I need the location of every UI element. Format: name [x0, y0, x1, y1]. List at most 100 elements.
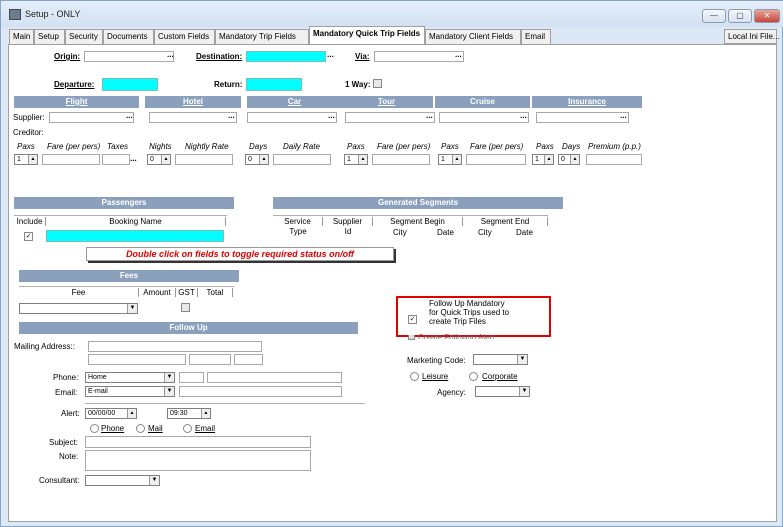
alert-time-value: 09:30	[170, 410, 188, 417]
spin-arrows-icon[interactable]: ▲	[161, 155, 170, 164]
mailing-province-field[interactable]	[189, 354, 231, 365]
tour-supplier-field[interactable]	[345, 112, 435, 123]
alert-time-spinner[interactable]: 09:30 ▲	[167, 408, 211, 419]
cruise-fare-field[interactable]	[466, 154, 526, 165]
flight-paxs-spinner[interactable]: 1 ▲	[14, 154, 38, 165]
fee-dropdown[interactable]: ▼	[19, 303, 138, 314]
insurance-premium-field[interactable]	[586, 154, 642, 165]
local-ini-file-button[interactable]: Local Ini File...	[724, 29, 780, 44]
chevron-down-icon[interactable]: ▼	[164, 387, 174, 396]
close-button[interactable]: ✕	[754, 9, 780, 23]
chevron-down-icon[interactable]: ▼	[164, 373, 174, 382]
tour-fare-field[interactable]	[372, 154, 430, 165]
insurance-supplier-lookup[interactable]: ...	[620, 112, 627, 120]
hotel-nights-spinner[interactable]: 0 ▲	[147, 154, 171, 165]
phone-area-field[interactable]	[179, 372, 204, 383]
note-field[interactable]	[85, 450, 311, 471]
hotel-rate-field[interactable]	[175, 154, 233, 165]
car-rate-field[interactable]	[273, 154, 331, 165]
tab-main[interactable]: Main	[9, 29, 34, 44]
chevron-down-icon[interactable]: ▼	[127, 304, 137, 313]
flight-taxes-lookup[interactable]: ...	[130, 155, 137, 163]
tab-email[interactable]: Email	[521, 29, 551, 44]
departure-field[interactable]	[102, 78, 158, 91]
begin-city-header: City	[393, 228, 407, 237]
car-supplier-field[interactable]	[247, 112, 337, 123]
spin-arrows-icon[interactable]: ▲	[259, 155, 268, 164]
chevron-down-icon[interactable]: ▼	[519, 387, 529, 396]
include-checkbox[interactable]: ✓	[24, 232, 33, 241]
car-days-spinner[interactable]: 0 ▲	[245, 154, 269, 165]
leisure-radio[interactable]	[410, 372, 419, 381]
tab-security[interactable]: Security	[65, 29, 103, 44]
spin-arrows-icon[interactable]: ▲	[127, 409, 136, 418]
destination-field[interactable]	[246, 51, 326, 62]
insurance-days-spinner[interactable]: 0 ▲	[558, 154, 580, 165]
gst-checkbox[interactable]	[181, 303, 190, 312]
cruise-supplier-field[interactable]	[439, 112, 529, 123]
tab-custom-fields[interactable]: Custom Fields	[154, 29, 215, 44]
cruise-paxs-spinner[interactable]: 1 ▲	[438, 154, 462, 165]
tab-mandatory-quick-trip-fields[interactable]: Mandatory Quick Trip Fields	[309, 26, 425, 44]
chevron-down-icon[interactable]: ▼	[517, 355, 527, 364]
insurance-supplier-field[interactable]	[536, 112, 629, 123]
spin-arrows-icon[interactable]: ▲	[28, 155, 37, 164]
alert-phone-label: Phone	[101, 424, 125, 433]
subject-field[interactable]	[85, 436, 311, 448]
car-supplier-lookup[interactable]: ...	[328, 112, 335, 120]
hotel-supplier-lookup[interactable]: ...	[228, 112, 235, 120]
spin-arrows-icon[interactable]: ▲	[570, 155, 579, 164]
hotel-supplier-field[interactable]	[149, 112, 237, 123]
mailing-address-line1[interactable]	[88, 341, 262, 352]
create-followup-checkbox[interactable]	[408, 335, 415, 340]
chevron-down-icon[interactable]: ▼	[149, 476, 159, 485]
flight-taxes-field[interactable]	[102, 154, 130, 165]
flight-fare-field[interactable]	[42, 154, 100, 165]
alert-mail-radio[interactable]	[136, 424, 145, 433]
minimize-button[interactable]: —	[702, 9, 726, 23]
alert-email-radio[interactable]	[183, 424, 192, 433]
spin-arrows-icon[interactable]: ▲	[358, 155, 367, 164]
via-field[interactable]	[374, 51, 464, 62]
tab-setup[interactable]: Setup	[34, 29, 65, 44]
tab-mandatory-client-fields[interactable]: Mandatory Client Fields	[425, 29, 521, 44]
spin-arrows-icon[interactable]: ▲	[544, 155, 553, 164]
consultant-dropdown[interactable]: ▼	[85, 475, 160, 486]
alert-phone-radio[interactable]	[90, 424, 99, 433]
insurance-days-label: Days	[562, 142, 581, 151]
return-field[interactable]	[246, 78, 302, 91]
insurance-paxs-label: Paxs	[536, 142, 554, 151]
destination-lookup-button[interactable]: ...	[327, 51, 334, 59]
phone-type-dropdown[interactable]: Home ▼	[85, 372, 175, 383]
corporate-radio[interactable]	[469, 372, 478, 381]
flight-supplier-lookup[interactable]: ...	[126, 112, 133, 120]
cruise-supplier-lookup[interactable]: ...	[520, 112, 527, 120]
tab-mandatory-trip-fields[interactable]: Mandatory Trip Fields	[215, 29, 309, 44]
tour-paxs-spinner[interactable]: 1 ▲	[344, 154, 368, 165]
mailing-city-field[interactable]	[88, 354, 186, 365]
alert-date-spinner[interactable]: 00/00/00 ▲	[85, 408, 137, 419]
email-type-dropdown[interactable]: E-mail ▼	[85, 386, 175, 397]
origin-field[interactable]	[84, 51, 174, 62]
origin-lookup-button[interactable]: ...	[167, 51, 174, 59]
tour-supplier-lookup[interactable]: ...	[426, 112, 433, 120]
car-days-label: Days	[249, 142, 268, 151]
agency-dropdown[interactable]: ▼	[475, 386, 530, 397]
via-lookup-button[interactable]: ...	[455, 51, 462, 59]
mailing-postal-field[interactable]	[234, 354, 263, 365]
one-way-checkbox[interactable]	[373, 79, 382, 88]
insurance-paxs-spinner[interactable]: 1 ▲	[532, 154, 554, 165]
spin-arrows-icon[interactable]: ▲	[201, 409, 210, 418]
mailing-address-label: Mailing Address::	[14, 342, 75, 351]
maximize-button[interactable]: ▢	[728, 9, 752, 23]
followup-mandatory-checkbox[interactable]: ✓	[408, 315, 417, 324]
flight-section-header: Flight	[14, 96, 139, 108]
phone-number-field[interactable]	[207, 372, 342, 383]
spin-arrows-icon[interactable]: ▲	[452, 155, 461, 164]
tab-documents[interactable]: Documents	[103, 29, 154, 44]
flight-supplier-field[interactable]	[49, 112, 134, 123]
booking-name-field[interactable]	[46, 230, 224, 242]
email-address-field[interactable]	[179, 386, 342, 397]
car-rate-label: Daily Rate	[283, 142, 320, 151]
marketing-code-dropdown[interactable]: ▼	[473, 354, 528, 365]
